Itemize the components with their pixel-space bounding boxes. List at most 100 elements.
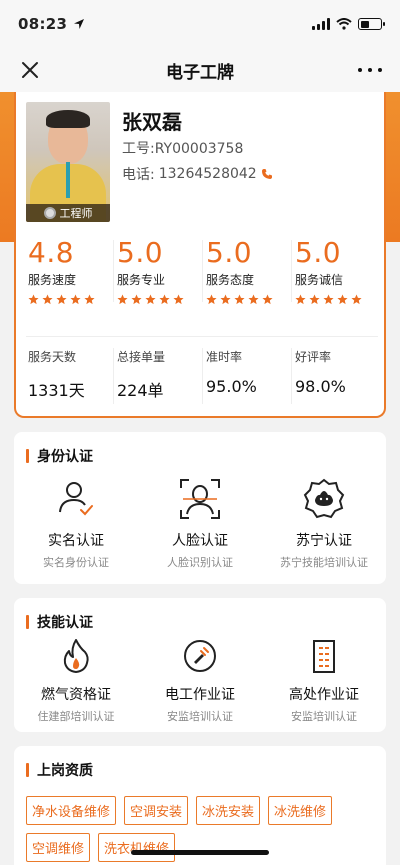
phone-value: 13264528042 [158, 166, 257, 182]
qualification-tag: 洗衣机维修 [98, 833, 176, 862]
cert-name: 电工作业证 [165, 687, 235, 703]
stat-value: 1331天 [28, 381, 85, 400]
building-icon [313, 640, 335, 673]
stat-value: 95.0% [206, 377, 257, 396]
cert-real-name[interactable]: 实名认证 实名身份认证 [14, 478, 138, 570]
star-icon [70, 294, 81, 305]
star-icon [309, 294, 320, 305]
avatar: 工程师 [26, 102, 110, 222]
role-caption: 工程师 [26, 204, 110, 222]
rating-value: 5.0 [295, 236, 342, 269]
ratings-row: 4.8 服务速度 5.0 服务专业 5.0 服务态度 5.0 服务诚信 [24, 236, 380, 326]
qualification-tag: 冰洗维修 [268, 796, 333, 825]
star-icon [131, 294, 142, 305]
stat-value: 98.0% [295, 377, 346, 396]
cert-name: 高处作业证 [289, 687, 359, 703]
rating-label: 服务专业 [117, 273, 166, 287]
rating-value: 4.8 [28, 236, 75, 269]
star-icon [145, 294, 156, 305]
cert-sub: 人脸识别认证 [167, 556, 233, 569]
qualification-tag: 冰洗安装 [196, 796, 261, 825]
stats-row: 服务天数 1331天 总接单量 224单 准时率 95.0% 好评率 98.0% [24, 348, 380, 408]
star-icon [42, 294, 53, 305]
stat-value: 224单 [117, 381, 164, 400]
signal-icon [312, 18, 330, 30]
page-title: 电子工牌 [166, 62, 234, 83]
cert-electrician[interactable]: 电工作业证 安监培训认证 [138, 638, 262, 724]
cert-face[interactable]: 人脸认证 人脸识别认证 [138, 478, 262, 570]
section-title-text: 技能认证 [37, 615, 93, 631]
section-accent-bar [26, 615, 29, 629]
rating-integrity: 5.0 服务诚信 [291, 236, 380, 326]
rating-value: 5.0 [206, 236, 253, 269]
stat-label: 好评率 [295, 350, 332, 364]
identity-cert-row: 实名认证 实名身份认证 人脸认证 人脸识别认证 苏宁认证 苏宁技能培训认证 [14, 478, 386, 570]
divider [26, 336, 378, 337]
star-icon [28, 294, 39, 305]
star-rating [28, 294, 113, 305]
star-icon [117, 294, 128, 305]
cert-height[interactable]: 高处作业证 安监培训认证 [262, 638, 386, 724]
phone-icon[interactable] [261, 168, 273, 180]
rating-attitude: 5.0 服务态度 [202, 236, 291, 326]
close-icon[interactable] [18, 58, 42, 82]
star-rating [117, 294, 202, 305]
section-title: 身份认证 [26, 446, 93, 466]
star-icon [234, 294, 245, 305]
star-icon [56, 294, 67, 305]
star-icon [84, 294, 95, 305]
stat-service-days: 服务天数 1331天 [24, 348, 113, 408]
star-icon [248, 294, 259, 305]
star-icon [351, 294, 362, 305]
badge-icon [43, 207, 56, 219]
star-icon [159, 294, 170, 305]
section-title-text: 身份认证 [37, 449, 93, 465]
wifi-icon [336, 18, 352, 30]
home-indicator[interactable] [131, 850, 269, 855]
stat-on-time-rate: 准时率 95.0% [202, 348, 291, 408]
star-icon [323, 294, 334, 305]
status-bar: 08:23 [0, 0, 400, 48]
flame-icon [63, 639, 89, 673]
engineer-name: 张双磊 [122, 110, 182, 134]
cert-sub: 实名身份认证 [43, 556, 109, 569]
stat-positive-rate: 好评率 98.0% [291, 348, 380, 408]
cert-name: 燃气资格证 [41, 687, 111, 703]
star-icon [337, 294, 348, 305]
person-check-icon [59, 482, 93, 516]
stat-label: 准时率 [206, 350, 243, 364]
status-indicators [312, 18, 385, 30]
cert-name: 人脸认证 [172, 533, 228, 549]
rating-professional: 5.0 服务专业 [113, 236, 202, 326]
qualification-tag: 空调维修 [26, 833, 91, 862]
phone-label: 电话: [122, 167, 155, 183]
stat-total-orders: 总接单量 224单 [113, 348, 202, 408]
section-title: 技能认证 [26, 612, 93, 632]
cert-suning[interactable]: 苏宁认证 苏宁技能培训认证 [262, 478, 386, 570]
rating-label: 服务速度 [28, 273, 77, 287]
star-rating [206, 294, 291, 305]
suning-badge-icon [303, 478, 345, 519]
location-arrow-icon [74, 19, 85, 29]
star-rating [295, 294, 380, 305]
cert-gas[interactable]: 燃气资格证 住建部培训认证 [14, 638, 138, 724]
nav-bar: 电子工牌 [0, 48, 400, 92]
cert-sub: 安监培训认证 [167, 710, 233, 723]
star-icon [220, 294, 231, 305]
role-label: 工程师 [59, 207, 93, 220]
cert-sub: 安监培训认证 [291, 710, 357, 723]
cert-sub: 苏宁技能培训认证 [280, 556, 368, 569]
phone-number[interactable]: 电话: 13264528042 [122, 164, 273, 184]
employee-id: 工号:RY00003758 [122, 138, 243, 158]
section-title-text: 上岗资质 [37, 763, 93, 779]
qualification-tag: 空调安装 [124, 796, 189, 825]
skills-section: 技能认证 燃气资格证 住建部培训认证 电工作业证 安监培训认证 高处作业证 安监… [14, 598, 386, 732]
employee-id-value: RY00003758 [154, 141, 244, 157]
star-icon [173, 294, 184, 305]
cert-name: 实名认证 [48, 533, 104, 549]
more-icon[interactable] [358, 58, 382, 82]
plug-icon [184, 640, 216, 672]
status-time: 08:23 [18, 15, 68, 33]
identity-section: 身份认证 实名认证 实名身份认证 人脸认证 人脸识别认证 苏宁认证 苏宁技能培训… [14, 432, 386, 584]
section-accent-bar [26, 763, 29, 777]
